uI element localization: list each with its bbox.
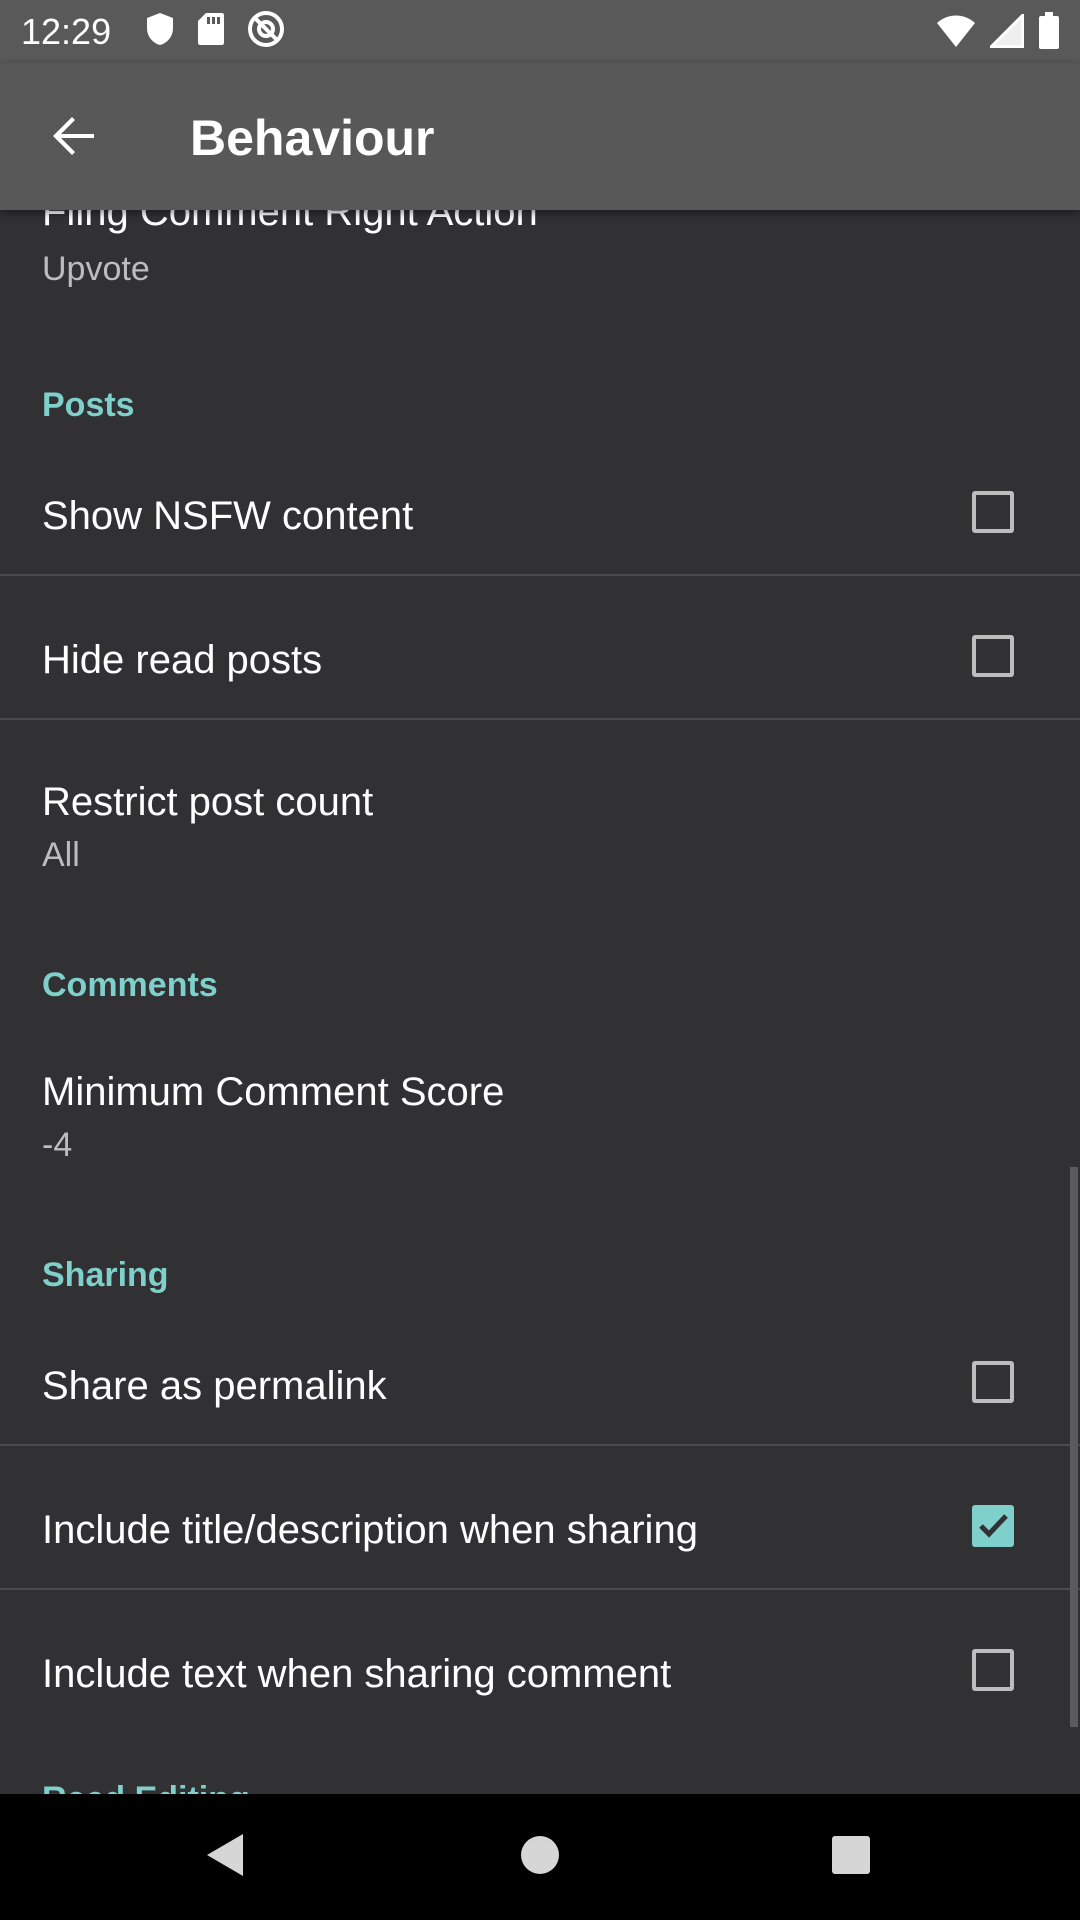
pref-restrict-post-count[interactable]: Restrict post count All [0, 740, 1080, 910]
pref-title: Fling Comment Right Action [42, 210, 538, 234]
status-time: 12:29 [21, 10, 112, 52]
pref-label: Show NSFW content [42, 494, 414, 538]
section-header-comments: Comments [42, 966, 218, 1004]
app-bar: Behaviour [0, 63, 1080, 210]
divider [0, 718, 1080, 720]
pref-show-nsfw[interactable]: Show NSFW content [0, 454, 1080, 584]
divider [0, 1444, 1080, 1446]
include-text-checkbox[interactable] [972, 1649, 1014, 1691]
back-button[interactable] [46, 110, 102, 166]
hide-read-posts-checkbox[interactable] [972, 635, 1014, 677]
share-as-permalink-checkbox[interactable] [972, 1361, 1014, 1403]
status-bar: 12:29 [0, 0, 1080, 63]
shield-icon [145, 12, 175, 51]
pref-fling-comment-right-action[interactable]: Fling Comment Right Action Upvote [0, 210, 1080, 330]
arrow-back-icon [50, 112, 98, 165]
signal-icon [987, 11, 1025, 53]
pref-include-text-sharing-comment[interactable]: Include text when sharing comment [0, 1612, 1080, 1742]
section-header-partial: Reed Editing [42, 1780, 250, 1794]
navigation-bar [0, 1794, 1080, 1920]
divider [0, 574, 1080, 576]
section-header-posts: Posts [42, 386, 135, 424]
nav-home-button[interactable] [500, 1817, 580, 1897]
no-sync-icon [247, 10, 285, 53]
back-triangle-icon [203, 1832, 247, 1883]
home-circle-icon [520, 1835, 560, 1880]
wifi-icon [936, 14, 976, 53]
pref-hide-read-posts[interactable]: Hide read posts [0, 598, 1080, 728]
settings-list[interactable]: Fling Comment Right Action Upvote Posts … [0, 210, 1080, 1794]
pref-value: -4 [42, 1126, 73, 1164]
status-icons-right [936, 11, 1060, 55]
divider [0, 1588, 1080, 1590]
recents-square-icon [831, 1835, 871, 1880]
pref-title: Minimum Comment Score [42, 1070, 505, 1114]
pref-label: Include text when sharing comment [42, 1652, 672, 1696]
check-icon [972, 1514, 1014, 1551]
sd-card-icon [197, 12, 225, 51]
pref-share-as-permalink[interactable]: Share as permalink [0, 1324, 1080, 1454]
include-title-checkbox[interactable] [972, 1505, 1014, 1547]
pref-value: All [42, 836, 80, 874]
show-nsfw-checkbox[interactable] [972, 491, 1014, 533]
nav-recents-button[interactable] [811, 1817, 891, 1897]
scrollbar[interactable] [1070, 1167, 1078, 1727]
battery-icon [1038, 12, 1060, 55]
pref-label: Share as permalink [42, 1364, 387, 1408]
pref-label: Include title/description when sharing [42, 1508, 698, 1552]
pref-include-title-description[interactable]: Include title/description when sharing [0, 1468, 1080, 1598]
pref-value: Upvote [42, 250, 150, 288]
nav-back-button[interactable] [185, 1817, 265, 1897]
section-header-sharing: Sharing [42, 1256, 169, 1294]
status-icons-left [145, 10, 285, 53]
pref-minimum-comment-score[interactable]: Minimum Comment Score -4 [0, 1030, 1080, 1200]
pref-title: Restrict post count [42, 780, 374, 824]
page-title: Behaviour [190, 110, 435, 166]
pref-label: Hide read posts [42, 638, 323, 682]
